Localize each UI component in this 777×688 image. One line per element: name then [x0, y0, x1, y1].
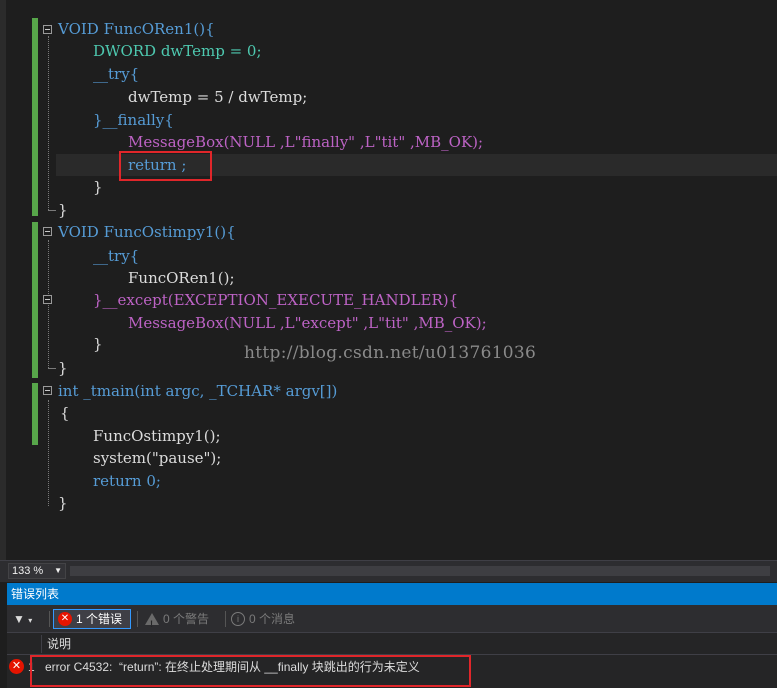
code-line[interactable]: } [58, 357, 68, 379]
code-line[interactable]: FuncORen1(); [128, 267, 235, 289]
chevron-down-icon: ▾ [28, 616, 33, 625]
outline-line [48, 36, 49, 210]
messages-toggle-label: 0 个消息 [249, 612, 296, 626]
code-line[interactable]: } [93, 176, 103, 198]
watermark: http://blog.csdn.net/u013761036 [244, 343, 537, 363]
error-icon: ✕ [9, 659, 24, 674]
warning-icon [145, 613, 159, 634]
code-line[interactable]: { [60, 402, 70, 424]
outline-line [48, 400, 49, 506]
filter-dropdown[interactable]: ▼ ▾ [13, 611, 47, 627]
error-icon: ✕ [58, 612, 72, 626]
code-line[interactable]: } [58, 199, 68, 221]
code-line[interactable]: __try{ [93, 63, 139, 85]
code-editor[interactable]: VOID FuncORen1(){ DWORD dwTemp = 0; __tr… [0, 0, 777, 560]
toolbar-separator [225, 611, 226, 627]
code-line[interactable]: DWORD dwTemp = 0; [93, 40, 262, 62]
code-line[interactable]: VOID FuncOstimpy1(){ [58, 221, 236, 243]
editor-margin [0, 0, 6, 560]
code-line[interactable]: dwTemp = 5 / dwTemp; [128, 86, 307, 108]
toolbar-separator [49, 611, 50, 627]
editor-status-bar: 133 % ▼ [0, 560, 777, 582]
code-line[interactable]: }__finally{ [93, 109, 174, 131]
chevron-down-icon: ▼ [54, 566, 62, 575]
funnel-icon: ▼ [13, 612, 25, 626]
warnings-toggle-label: 0 个警告 [163, 612, 210, 626]
code-line[interactable]: return 0; [93, 470, 161, 492]
info-icon: i [231, 612, 245, 626]
errors-toggle-button[interactable]: ✕ 1 个错误 [53, 609, 131, 629]
code-line[interactable]: }__except(EXCEPTION_EXECUTE_HANDLER){ [93, 289, 458, 311]
highlight-box-error [30, 655, 471, 687]
collapse-toggle[interactable] [43, 295, 52, 304]
horizontal-scrollbar[interactable] [70, 566, 770, 576]
change-indicator [32, 383, 38, 445]
errors-toggle-label: 1 个错误 [76, 612, 123, 626]
code-line[interactable]: MessageBox(NULL ,L"except" ,L"tit" ,MB_O… [128, 312, 487, 334]
highlight-box-return [119, 151, 212, 181]
zoom-level: 133 % [12, 565, 44, 577]
messages-toggle-button[interactable]: i 0 个消息 [229, 609, 311, 629]
code-line[interactable]: VOID FuncORen1(){ [58, 18, 215, 40]
outline-end [48, 210, 56, 211]
change-indicator [32, 222, 38, 378]
error-list-title: 错误列表 [7, 583, 777, 605]
change-indicator [32, 18, 38, 216]
code-line[interactable]: } [58, 492, 68, 514]
code-line[interactable]: __try{ [93, 245, 139, 267]
column-header: 说明 [7, 633, 777, 655]
collapse-toggle[interactable] [43, 386, 52, 395]
warnings-toggle-button[interactable]: 0 个警告 [143, 609, 225, 634]
zoom-dropdown[interactable]: 133 % ▼ [8, 563, 66, 579]
code-line[interactable]: int _tmain(int argc, _TCHAR* argv[]) [58, 380, 337, 402]
collapse-toggle[interactable] [43, 25, 52, 34]
outline-line [48, 240, 49, 368]
code-line[interactable]: } [93, 333, 103, 355]
column-description[interactable]: 说明 [47, 633, 71, 655]
toolbar-separator [137, 611, 138, 627]
collapse-toggle[interactable] [43, 227, 52, 236]
error-list-toolbar: ▼ ▾ ✕ 1 个错误 0 个警告 i 0 个消息 [7, 605, 777, 634]
code-line[interactable]: MessageBox(NULL ,L"finally" ,L"tit" ,MB_… [128, 131, 483, 153]
column-separator [41, 635, 42, 653]
outline-end [48, 368, 56, 369]
code-line[interactable]: FuncOstimpy1(); [93, 425, 221, 447]
code-line[interactable]: system("pause"); [93, 447, 221, 469]
